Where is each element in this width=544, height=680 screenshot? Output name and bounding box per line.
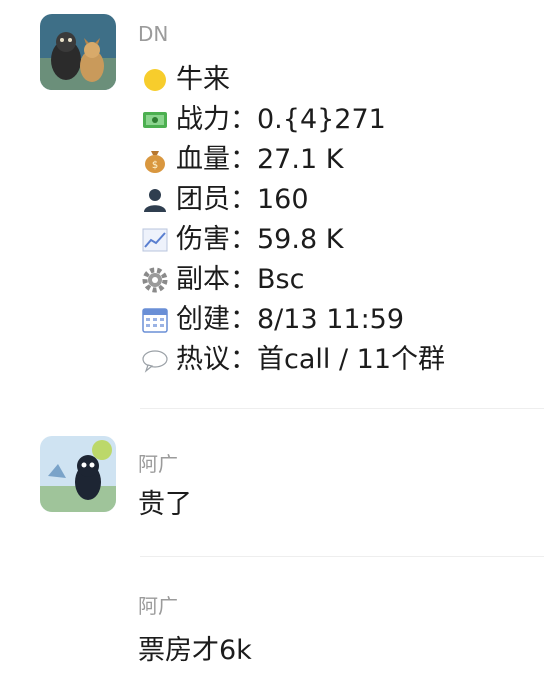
message-text: 票房才6k <box>138 635 252 666</box>
info-value: 59.8 K <box>257 224 344 255</box>
info-line-created: 创建： 8/13 11:59 <box>140 301 404 339</box>
gear-icon <box>140 265 170 295</box>
calendar-icon <box>140 305 170 335</box>
info-line-members: 团员： 160 <box>140 181 309 219</box>
cartoon-avatar[interactable] <box>40 436 116 512</box>
info-label: 牛来 <box>176 64 230 95</box>
yellow-circle-icon <box>140 65 170 95</box>
chart-icon <box>140 225 170 255</box>
info-value: 首call / 11个群 <box>257 344 446 375</box>
info-value: 27.1 K <box>257 144 344 175</box>
info-line-hot: 热议： 首call / 11个群 <box>140 341 445 379</box>
info-value: 160 <box>257 184 309 215</box>
info-line-hp: $ 血量： 27.1 K <box>140 141 343 179</box>
svg-text:$: $ <box>152 160 158 171</box>
person-icon <box>140 185 170 215</box>
dogs-photo-avatar[interactable] <box>40 14 116 90</box>
info-line-dungeon: 副本： Bsc <box>140 261 304 299</box>
info-label: 热议： <box>176 344 257 375</box>
info-label: 创建： <box>176 304 257 335</box>
message-aguang-2: 阿广 票房才6k <box>0 580 544 680</box>
message-dn: DN 牛来 战力： 0.{4}271 $ 血量： 27.1 K 团员： 160 … <box>0 0 544 400</box>
message-separator <box>140 556 544 557</box>
info-line-damage: 伤害： 59.8 K <box>140 221 343 259</box>
info-value: 8/13 11:59 <box>257 304 405 335</box>
message-separator <box>140 408 544 409</box>
money-bag-icon: $ <box>140 145 170 175</box>
info-label: 战力： <box>176 104 257 135</box>
info-label: 团员： <box>176 184 257 215</box>
sender-name: DN <box>138 22 169 46</box>
info-value: 0.{4}271 <box>257 104 386 135</box>
sender-name: 阿广 <box>138 594 178 618</box>
sender-name: 阿广 <box>138 452 178 476</box>
info-line-name: 牛来 <box>140 61 230 99</box>
info-label: 血量： <box>176 144 257 175</box>
money-icon <box>140 105 170 135</box>
info-label: 伤害： <box>176 224 257 255</box>
speech-bubble-icon <box>140 345 170 375</box>
message-text: 贵了 <box>138 489 192 520</box>
info-label: 副本： <box>176 264 257 295</box>
message-aguang-1: 阿广 贵了 <box>0 430 544 540</box>
info-line-power: 战力： 0.{4}271 <box>140 101 386 139</box>
info-value: Bsc <box>257 264 305 295</box>
